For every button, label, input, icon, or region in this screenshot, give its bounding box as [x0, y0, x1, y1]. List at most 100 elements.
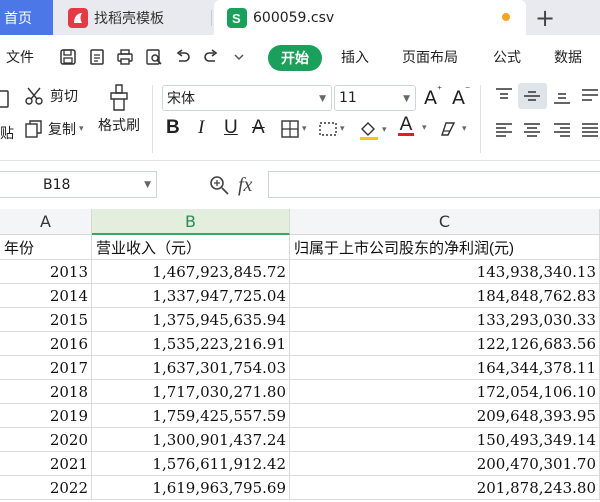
- print-preview-icon[interactable]: [141, 44, 167, 70]
- svg-text:S: S: [232, 11, 241, 25]
- cell-year[interactable]: 2020: [0, 428, 92, 452]
- cell-revenue[interactable]: 1,637,301,754.03: [92, 356, 290, 380]
- quick-access-dropdown-icon[interactable]: [229, 44, 249, 70]
- cut-button[interactable]: 剪切: [24, 86, 78, 106]
- font-name-select[interactable]: 宋体 ▼: [162, 85, 332, 111]
- cell-revenue[interactable]: 1,467,923,845.72: [92, 260, 290, 284]
- fill-color-icon[interactable]: ▾: [358, 119, 387, 141]
- align-right-icon[interactable]: [552, 121, 572, 139]
- cell-header-net-profit[interactable]: 归属于上市公司股东的净利润(元): [290, 235, 600, 260]
- cell-revenue[interactable]: 1,375,945,635.94: [92, 308, 290, 332]
- merge-cells-icon[interactable]: ▾: [318, 119, 345, 139]
- align-middle-icon[interactable]: [522, 87, 542, 105]
- cell-year[interactable]: 2018: [0, 380, 92, 404]
- column-header-b[interactable]: B: [92, 209, 290, 235]
- italic-icon[interactable]: I: [198, 117, 204, 139]
- align-bottom-icon[interactable]: [552, 87, 572, 105]
- format-painter-button[interactable]: 格式刷: [98, 83, 140, 135]
- tab-docer-label: 找稻壳模板: [94, 10, 164, 27]
- cell-net-profit[interactable]: 201,878,243.80: [290, 476, 600, 500]
- font-color-icon[interactable]: A: [398, 115, 414, 136]
- increase-font-icon[interactable]: A ⁺: [424, 85, 442, 110]
- formula-input[interactable]: [268, 171, 600, 198]
- underline-icon[interactable]: U: [224, 117, 238, 139]
- tab-home-label: 首页: [4, 10, 32, 27]
- cell-net-profit[interactable]: 133,293,030.33: [290, 308, 600, 332]
- menu-start[interactable]: 开始: [268, 45, 322, 71]
- cell-revenue[interactable]: 1,759,425,557.59: [92, 404, 290, 428]
- cell-year[interactable]: 2017: [0, 356, 92, 380]
- cell-net-profit[interactable]: 150,493,349.14: [290, 428, 600, 452]
- wrap-text-icon[interactable]: [580, 87, 600, 105]
- column-header-c[interactable]: C: [290, 209, 600, 235]
- font-size-select[interactable]: 11 ▼: [334, 85, 416, 111]
- tab-file-600059[interactable]: S 600059.csv: [214, 0, 526, 35]
- save-icon[interactable]: [55, 44, 81, 70]
- table-row: 2021 1,576,611,912.42 200,470,301.70: [0, 452, 600, 477]
- tab-home[interactable]: 首页: [0, 0, 53, 35]
- cell-revenue[interactable]: 1,576,611,912.42: [92, 452, 290, 476]
- scissors-icon: [25, 87, 43, 105]
- name-box[interactable]: B18 ▼: [0, 171, 157, 198]
- copy-button[interactable]: 复制 ▾: [24, 119, 84, 139]
- cell-year[interactable]: 2019: [0, 404, 92, 428]
- zoom-search-icon[interactable]: [208, 174, 230, 196]
- cell-net-profit[interactable]: 209,648,393.95: [290, 404, 600, 428]
- name-box-dropdown-icon[interactable]: ▼: [144, 180, 151, 190]
- cell-net-profit[interactable]: 184,848,762.83: [290, 284, 600, 308]
- menu-insert[interactable]: 插入: [341, 35, 369, 79]
- justify-icon[interactable]: [580, 121, 600, 139]
- font-name-dropdown-icon: ▼: [319, 94, 326, 104]
- redo-icon[interactable]: [198, 44, 224, 70]
- table-row: 2016 1,535,223,216.91 122,126,683.56: [0, 332, 600, 357]
- menu-formulas[interactable]: 公式: [493, 35, 521, 79]
- cell-net-profit[interactable]: 172,054,106.10: [290, 380, 600, 404]
- copy-dropdown-icon[interactable]: ▾: [79, 124, 84, 134]
- cell-revenue[interactable]: 1,337,947,725.04: [92, 284, 290, 308]
- cell-year[interactable]: 2022: [0, 476, 92, 500]
- decrease-font-icon[interactable]: A ⁻: [452, 85, 470, 110]
- borders-icon[interactable]: ▾: [280, 119, 307, 139]
- cell-revenue[interactable]: 1,717,030,271.80: [92, 380, 290, 404]
- name-box-value: B18: [43, 176, 71, 193]
- cell-revenue[interactable]: 1,300,901,437.24: [92, 428, 290, 452]
- tab-bar: 首页 找稻壳模板 S 600059.csv +: [0, 0, 600, 35]
- menu-file[interactable]: 文件: [6, 35, 34, 79]
- cell-net-profit[interactable]: 200,470,301.70: [290, 452, 600, 476]
- align-center-icon[interactable]: [522, 121, 542, 139]
- align-left-icon[interactable]: [494, 121, 514, 139]
- tab-file-label: 600059.csv: [253, 9, 335, 26]
- cell-header-revenue[interactable]: 营业收入（元）: [92, 235, 290, 260]
- menu-page-layout[interactable]: 页面布局: [402, 35, 458, 79]
- undo-icon[interactable]: [170, 44, 196, 70]
- table-row: 2020 1,300,901,437.24 150,493,349.14: [0, 428, 600, 453]
- cell-header-year[interactable]: 年份: [0, 235, 92, 260]
- print-icon[interactable]: [112, 44, 138, 70]
- new-tab-button[interactable]: +: [530, 0, 560, 35]
- export-pdf-icon[interactable]: [84, 44, 110, 70]
- strikethrough-icon[interactable]: A: [252, 117, 265, 139]
- align-top-icon[interactable]: [494, 87, 514, 105]
- cell-year[interactable]: 2021: [0, 452, 92, 476]
- insert-function-button[interactable]: fx: [238, 174, 252, 197]
- cell-year[interactable]: 2016: [0, 332, 92, 356]
- tab-docer-templates[interactable]: 找稻壳模板: [58, 0, 212, 35]
- cell-net-profit[interactable]: 164,344,378.11: [290, 356, 600, 380]
- clear-format-icon[interactable]: ▾: [438, 119, 467, 139]
- unsaved-dot-icon: [502, 13, 510, 21]
- ribbon-separator: [480, 85, 481, 153]
- cell-revenue[interactable]: 1,535,223,216.91: [92, 332, 290, 356]
- cell-net-profit[interactable]: 143,938,340.13: [290, 260, 600, 284]
- cell-year[interactable]: 2014: [0, 284, 92, 308]
- cell-revenue[interactable]: 1,619,963,795.69: [92, 476, 290, 500]
- menu-data[interactable]: 数据: [554, 35, 582, 79]
- font-color-dropdown-icon[interactable]: ▾: [422, 123, 427, 133]
- paste-label: 粘贴: [0, 126, 14, 142]
- paste-icon[interactable]: [0, 87, 12, 109]
- cell-year[interactable]: 2013: [0, 260, 92, 284]
- column-header-a[interactable]: A: [0, 209, 92, 235]
- cell-net-profit[interactable]: 122,126,683.56: [290, 332, 600, 356]
- paste-button[interactable]: 粘贴: [0, 123, 24, 143]
- bold-icon[interactable]: B: [166, 117, 180, 139]
- cell-year[interactable]: 2015: [0, 308, 92, 332]
